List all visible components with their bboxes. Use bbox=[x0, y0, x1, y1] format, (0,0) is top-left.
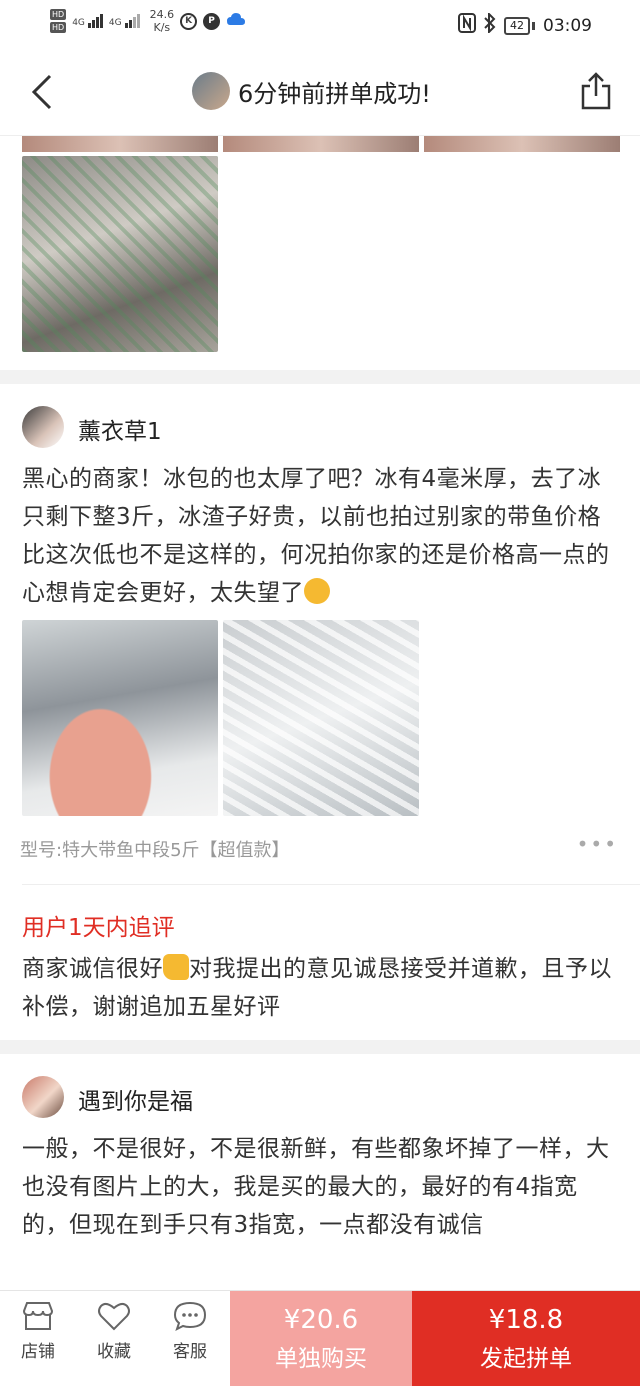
alone-price: ¥20.6 bbox=[283, 1305, 359, 1335]
followup-title: 用户1天内追评 bbox=[22, 915, 175, 941]
buy-alone-button[interactable]: ¥20.6 单独购买 bbox=[230, 1291, 412, 1386]
alone-label: 单独购买 bbox=[275, 1346, 367, 1372]
review-image-partial-1[interactable] bbox=[22, 136, 218, 152]
sad-face-icon bbox=[304, 578, 330, 604]
network-type-1: 4G bbox=[72, 18, 85, 28]
clock: 03:09 bbox=[543, 15, 592, 36]
review-username: 薰衣草1 bbox=[78, 419, 162, 445]
review-image-partial-3[interactable] bbox=[424, 136, 620, 152]
service-label: 客服 bbox=[173, 1342, 207, 1362]
battery-level: 42 bbox=[510, 19, 524, 32]
review-image-hand[interactable] bbox=[22, 620, 218, 816]
k-app-icon: K bbox=[180, 12, 198, 30]
review-text: 一般，不是很好，不是很新鲜，有些都象坏掉了一样，大也没有图片上的大，我是买的最大… bbox=[22, 1136, 610, 1238]
hd-badge-2: HD bbox=[50, 22, 67, 33]
hd-indicators: HD HD bbox=[50, 9, 67, 33]
review-image-partial-2[interactable] bbox=[223, 136, 419, 152]
review-image-ice[interactable] bbox=[223, 620, 419, 816]
section-gap bbox=[0, 370, 640, 384]
network-type-2: 4G bbox=[108, 18, 122, 28]
shop-label: 店铺 bbox=[21, 1342, 55, 1362]
chat-bubble-icon bbox=[173, 1301, 207, 1331]
title-group: 6分钟前拼单成功! bbox=[192, 72, 431, 110]
review-image-fish[interactable] bbox=[22, 156, 218, 352]
shop-icon bbox=[22, 1302, 54, 1330]
avatar[interactable] bbox=[22, 406, 64, 448]
buyer-avatar bbox=[192, 72, 230, 110]
bluetooth-icon bbox=[484, 11, 496, 38]
section-gap bbox=[0, 1040, 640, 1054]
product-model: 型号:特大带鱼中段5斤【超值款】 bbox=[20, 840, 290, 861]
thumbs-up-icon bbox=[163, 954, 189, 980]
review-username: 遇到你是福 bbox=[78, 1089, 193, 1115]
speed-value: 24.6 bbox=[149, 8, 175, 21]
share-icon bbox=[581, 72, 611, 110]
status-bar: HD HD 4G 4G 24.6 K/s K P 42 03:09 bbox=[0, 0, 640, 48]
group-label: 发起拼单 bbox=[480, 1346, 572, 1372]
heart-icon bbox=[98, 1302, 130, 1331]
status-left: HD HD 4G 4G 24.6 K/s K P bbox=[50, 8, 246, 34]
p-app-icon: P bbox=[203, 12, 221, 30]
avatar[interactable] bbox=[22, 1076, 64, 1118]
divider bbox=[22, 884, 640, 885]
favorite-label: 收藏 bbox=[97, 1342, 131, 1362]
group-price: ¥18.8 bbox=[488, 1305, 564, 1335]
favorite-button[interactable]: 收藏 bbox=[76, 1301, 152, 1362]
page-title: 6分钟前拼单成功! bbox=[238, 79, 431, 108]
battery-icon: 42 bbox=[504, 16, 530, 35]
signal-1-icon: 4G bbox=[72, 14, 103, 28]
review-card: 遇到你是福 一般，不是很好，不是很新鲜，有些都象坏掉了一样，大也没有图片上的大，… bbox=[0, 1054, 640, 1290]
share-button[interactable] bbox=[580, 72, 612, 110]
status-right: 42 03:09 bbox=[458, 11, 592, 38]
chevron-left-icon bbox=[31, 74, 52, 110]
start-group-buy-button[interactable]: ¥18.8 发起拼单 bbox=[412, 1291, 640, 1386]
back-button[interactable] bbox=[28, 74, 58, 110]
more-options-icon[interactable]: ••• bbox=[577, 832, 618, 856]
signal-2-icon: 4G bbox=[109, 14, 140, 28]
followup-text-1: 商家诚信很好 bbox=[22, 956, 163, 982]
network-speed: 24.6 K/s bbox=[150, 8, 175, 34]
shop-button[interactable]: 店铺 bbox=[0, 1301, 76, 1362]
speed-unit: K/s bbox=[153, 21, 171, 34]
reviews-list[interactable]: 薰衣草1 黑心的商家！冰包的也太厚了吧？冰有4毫米厚，去了冰只剩下整3斤，冰渣子… bbox=[0, 136, 640, 1290]
hd-badge-1: HD bbox=[50, 9, 67, 20]
review-card: 薰衣草1 黑心的商家！冰包的也太厚了吧？冰有4毫米厚，去了冰只剩下整3斤，冰渣子… bbox=[0, 384, 640, 1040]
bottom-action-bar: 店铺 收藏 客服 ¥20.6 单独购买 ¥18.8 发起拼单 bbox=[0, 1290, 640, 1386]
followup-text: 商家诚信很好 对我提出的意见诚恳接受并道歉，且予以补偿，谢谢追加五星好评 bbox=[22, 950, 622, 1026]
cloud-app-icon bbox=[226, 11, 246, 32]
review-text: 黑心的商家！冰包的也太厚了吧？冰有4毫米厚，去了冰只剩下整3斤，冰渣子好贵，以前… bbox=[22, 460, 622, 612]
page-header: 6分钟前拼单成功! bbox=[0, 48, 640, 136]
nfc-icon bbox=[458, 13, 476, 38]
service-button[interactable]: 客服 bbox=[152, 1301, 228, 1362]
battery-tip bbox=[532, 21, 535, 30]
